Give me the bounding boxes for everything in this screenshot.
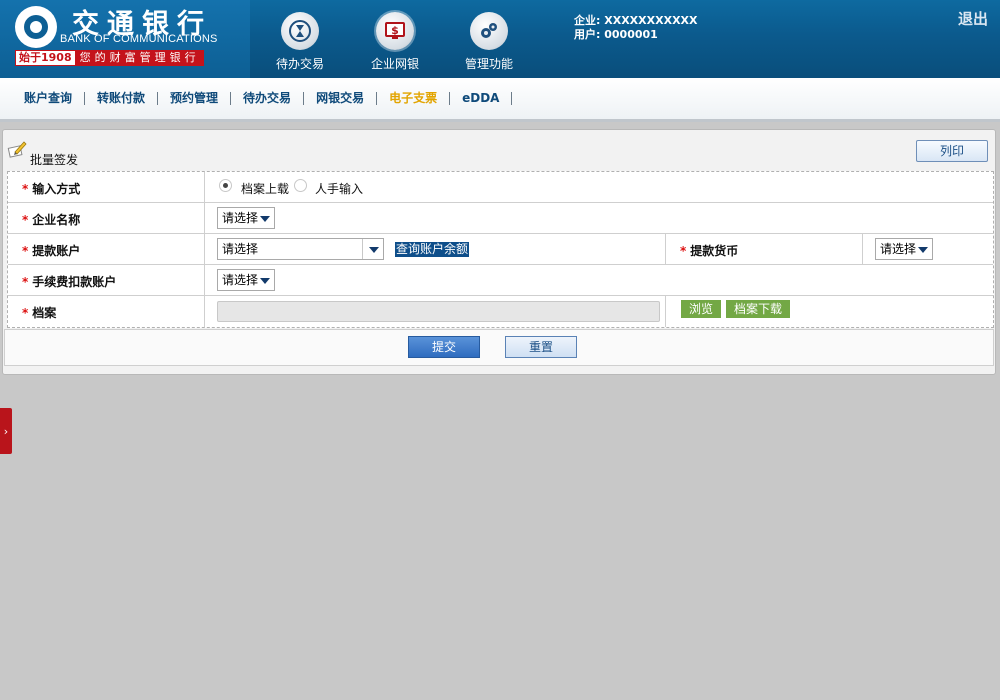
- file-download-button[interactable]: 档案下载: [726, 300, 790, 318]
- withdraw-currency-select[interactable]: 请选择: [875, 238, 933, 260]
- bank-emblem-icon: [15, 6, 57, 48]
- row-input-method: * 输入方式 档案上载 人手输入: [8, 172, 993, 203]
- field-label: * 手续费扣款账户: [22, 275, 117, 289]
- topnav-label: 待办交易: [275, 57, 324, 71]
- field-label: * 企业名称: [22, 213, 81, 227]
- batch-issue-panel: 批量签发 列印 * 输入方式 档案上载 人手输入 * 企业名称 请选择 * 提款账户 …: [2, 129, 996, 375]
- radio-file-upload[interactable]: [219, 179, 232, 192]
- gears-icon: [470, 12, 508, 50]
- row-withdraw-account: * 提款账户 请选择 查询账户余额 * 提款货币 请选择: [8, 234, 993, 265]
- browse-button[interactable]: 浏览: [681, 300, 721, 318]
- bank-name-en: BANK OF COMMUNICATIONS: [60, 33, 218, 45]
- field-label: * 提款货币: [680, 244, 739, 258]
- reset-button[interactable]: 重置: [505, 336, 577, 358]
- menu-scheduled-management[interactable]: 预约管理: [158, 92, 232, 105]
- menu-pending-transactions[interactable]: 待办交易: [231, 92, 305, 105]
- menu-electronic-cheque[interactable]: 电子支票: [377, 92, 451, 105]
- topnav-pending-transactions[interactable]: 待办交易: [260, 12, 340, 72]
- fee-account-select[interactable]: 请选择: [217, 269, 275, 291]
- svg-text:$: $: [391, 24, 399, 37]
- app-header: 交通银行 BANK OF COMMUNICATIONS 始于1908 您的财富管…: [0, 0, 1000, 78]
- sidebar-toggle[interactable]: ›: [0, 408, 12, 454]
- radio-file-upload-label[interactable]: 档案上载: [241, 180, 289, 197]
- field-label: * 档案: [22, 306, 57, 320]
- user-id: 用户: 0000001: [574, 28, 658, 41]
- required-star: *: [22, 213, 29, 227]
- logout-button[interactable]: 退出: [958, 8, 988, 29]
- company-id: 企业: XXXXXXXXXXX: [574, 14, 698, 27]
- menu-account-inquiry[interactable]: 账户查询: [12, 92, 86, 105]
- dropdown-arrow-icon: [918, 247, 928, 253]
- menu-online-transactions[interactable]: 网银交易: [304, 92, 378, 105]
- user-info: 企业: XXXXXXXXXXX 用户: 0000001: [574, 14, 698, 42]
- field-label: * 提款账户: [22, 244, 81, 258]
- required-star: *: [22, 182, 29, 196]
- menu-edda[interactable]: eDDA: [450, 92, 513, 105]
- required-star: *: [680, 244, 687, 258]
- row-company-name: * 企业名称 请选择: [8, 203, 993, 234]
- panel-title: 批量签发: [30, 153, 79, 167]
- radio-manual-input-label[interactable]: 人手输入: [315, 180, 363, 197]
- row-file: * 档案 浏览 档案下载: [8, 296, 993, 327]
- radio-manual-input[interactable]: [294, 179, 307, 192]
- required-star: *: [22, 275, 29, 289]
- company-name-select[interactable]: 请选择: [217, 207, 275, 229]
- monitor-dollar-icon: $: [376, 12, 414, 50]
- file-path-input[interactable]: [217, 301, 660, 322]
- dropdown-arrow-icon: [260, 278, 270, 284]
- chevron-right-icon: ›: [3, 424, 9, 438]
- topnav-label: 企业网银: [370, 57, 419, 71]
- topnav-corporate-banking[interactable]: $ 企业网银: [355, 12, 435, 72]
- dropdown-arrow-icon: [369, 247, 379, 253]
- hourglass-icon: [281, 12, 319, 50]
- topnav-management[interactable]: 管理功能: [449, 12, 529, 72]
- main-menu: 账户查询 转账付款 预约管理 待办交易 网银交易 电子支票 eDDA: [0, 78, 1000, 122]
- menu-transfer-payment[interactable]: 转账付款: [85, 92, 159, 105]
- query-balance-link[interactable]: 查询账户余额: [395, 242, 470, 257]
- dropdown-arrow-icon: [260, 216, 270, 222]
- batch-issue-form: * 输入方式 档案上载 人手输入 * 企业名称 请选择 * 提款账户 请选择 查询账户…: [7, 171, 994, 328]
- topnav-label: 管理功能: [464, 57, 513, 71]
- required-star: *: [22, 244, 29, 258]
- print-button[interactable]: 列印: [916, 140, 988, 162]
- pencil-paper-icon: [7, 139, 27, 159]
- required-star: *: [22, 306, 29, 320]
- bank-logo[interactable]: 交通银行 BANK OF COMMUNICATIONS 始于1908 您的财富管…: [0, 0, 250, 78]
- brand-since: 始于1908: [16, 51, 75, 65]
- withdraw-account-select[interactable]: 请选择: [217, 238, 384, 260]
- action-bar: 提交 重置: [4, 329, 994, 366]
- brand-tagline: 始于1908 您的财富管理银行: [15, 50, 204, 66]
- row-fee-account: * 手续费扣款账户 请选择: [8, 265, 993, 296]
- brand-slogan: 您的财富管理银行: [79, 51, 200, 64]
- submit-button[interactable]: 提交: [408, 336, 480, 358]
- panel-header: 批量签发 列印: [3, 130, 995, 168]
- field-label: * 输入方式: [22, 182, 81, 196]
